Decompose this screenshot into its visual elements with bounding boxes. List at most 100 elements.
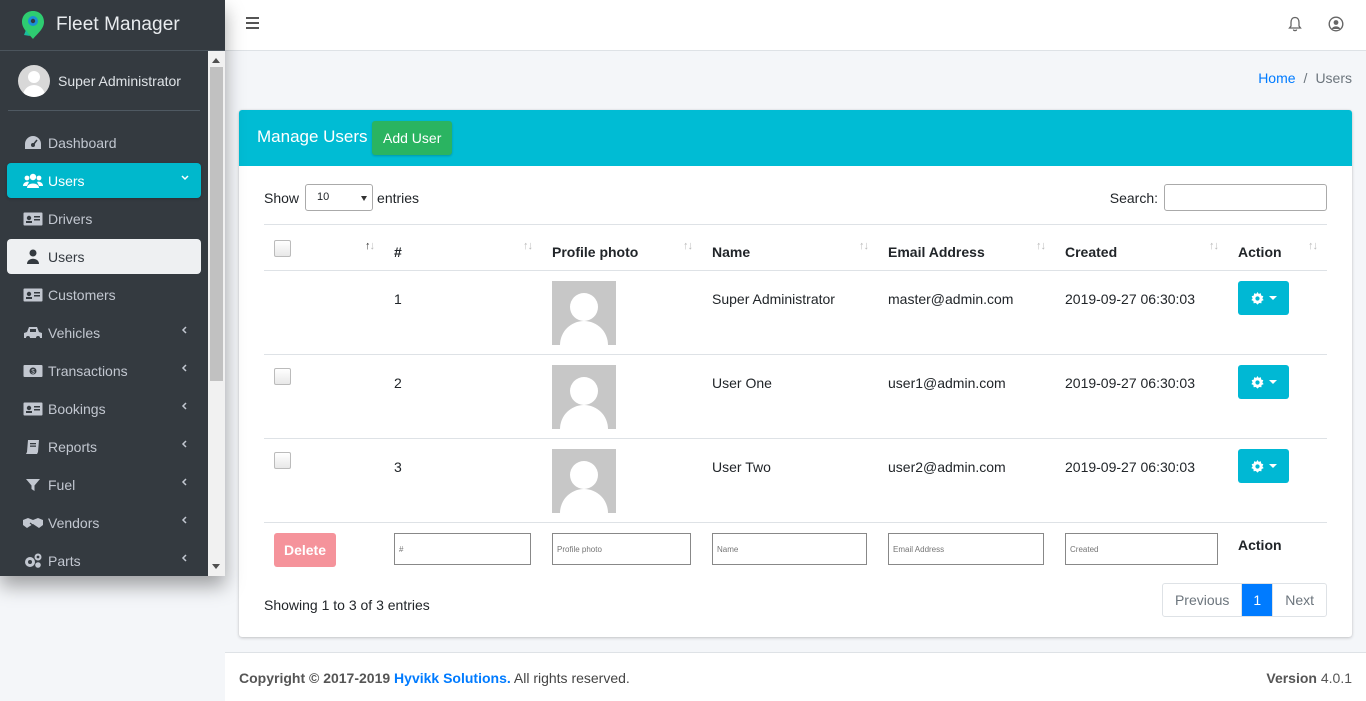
breadcrumb: Home / Users (1258, 70, 1352, 86)
sort-arrows-icon[interactable]: ↑↓ (523, 240, 533, 252)
sidebar-item-vehicles[interactable]: Vehicles (7, 315, 201, 350)
user-circle-icon[interactable] (1328, 16, 1344, 32)
address-card-icon (23, 401, 43, 417)
users-table: ↑↓ # ↑↓ Profile photo ↑↓ Name ↑↓ Email A… (264, 224, 1327, 587)
sidebar-item-drivers[interactable]: Drivers (7, 201, 201, 236)
row-checkbox[interactable] (274, 452, 291, 469)
action-dropdown-button[interactable] (1238, 449, 1289, 483)
scroll-up-arrow-icon[interactable] (212, 58, 220, 63)
taxi-icon (23, 325, 43, 341)
sidebar-item-parts[interactable]: Parts (7, 543, 201, 576)
sidebar-item-vendors[interactable]: Vendors (7, 505, 201, 540)
handshake-icon (23, 515, 43, 531)
column-header-id[interactable]: # ↑↓ (384, 224, 542, 271)
sidebar-item-transactions[interactable]: $ Transactions (7, 353, 201, 388)
sidebar-item-customers[interactable]: Customers (7, 277, 201, 312)
row-select-cell (264, 270, 384, 355)
search-input[interactable] (1164, 184, 1327, 211)
sidebar-item-bookings[interactable]: Bookings (7, 391, 201, 426)
add-user-button[interactable]: Add User (372, 121, 453, 155)
filter-email-input[interactable] (888, 533, 1044, 565)
sort-arrows-icon[interactable]: ↑↓ (1036, 240, 1046, 252)
sort-arrows-icon[interactable]: ↑↓ (1308, 240, 1318, 252)
select-all-checkbox[interactable] (274, 239, 291, 257)
filter-cell (542, 523, 702, 587)
sidebar-item-label: Dashboard (48, 134, 117, 151)
row-action-cell (1228, 438, 1327, 523)
search: Search: (1110, 184, 1327, 211)
sidebar-item-dashboard[interactable]: Dashboard (7, 125, 201, 160)
pagination-previous[interactable]: Previous (1163, 584, 1243, 616)
sidebar-item-reports[interactable]: Reports (7, 429, 201, 464)
sort-arrows-icon[interactable]: ↑↓ (859, 240, 869, 252)
sidebar-item-label: Customers (48, 286, 116, 303)
show-label: Show (264, 189, 300, 206)
show-entries: Show 10 entries (264, 184, 419, 211)
action-dropdown-button[interactable] (1238, 365, 1289, 399)
user-name: Super Administrator (58, 72, 181, 89)
scroll-down-arrow-icon[interactable] (212, 564, 220, 569)
row-action-cell (1228, 270, 1327, 355)
entries-select[interactable]: 10 (305, 184, 374, 211)
sidebar-item-users[interactable]: Users (7, 163, 201, 198)
table-info: Showing 1 to 3 of 3 entries (264, 597, 430, 613)
sidebar-item-label: Users (48, 172, 85, 189)
action-dropdown-button[interactable] (1238, 281, 1289, 315)
profile-photo (552, 281, 616, 345)
row-created: 2019-09-27 06:30:03 (1055, 270, 1228, 355)
pagination-page-1[interactable]: 1 (1242, 584, 1273, 616)
row-name: Super Administrator (702, 270, 878, 355)
row-name: User Two (702, 438, 878, 523)
sort-arrows-icon[interactable]: ↑↓ (365, 240, 375, 252)
filter-photo-input[interactable] (552, 533, 691, 565)
filter-row: Delete Action (264, 523, 1327, 587)
filter-id-input[interactable] (394, 533, 531, 565)
address-card-icon (23, 287, 43, 303)
breadcrumb-home[interactable]: Home (1258, 70, 1295, 86)
profile-photo (552, 449, 616, 513)
sort-arrows-icon[interactable]: ↑↓ (1209, 240, 1219, 252)
filter-created-input[interactable] (1065, 533, 1218, 565)
filter-name-input[interactable] (712, 533, 867, 565)
brand-title: Fleet Manager (56, 14, 180, 35)
table-row: 2 User One user1@admin.com 2019-09-27 06… (264, 354, 1327, 439)
gear-icon (1250, 375, 1264, 389)
user-panel[interactable]: Super Administrator (8, 51, 200, 111)
chevron-left-icon (181, 326, 187, 334)
id-card-icon (23, 211, 43, 227)
company-link[interactable]: Hyvikk Solutions. (394, 670, 511, 686)
menu-toggle-icon[interactable] (246, 17, 259, 29)
column-header-photo[interactable]: Profile photo ↑↓ (542, 224, 702, 271)
column-header-created[interactable]: Created ↑↓ (1055, 224, 1228, 271)
dropdown-arrow-icon (361, 196, 368, 201)
sidebar-item-label: Reports (48, 438, 98, 455)
sidebar-item-label: Bookings (48, 400, 106, 417)
sidebar-item-label: Vehicles (48, 324, 101, 341)
caret-down-icon (1268, 380, 1277, 384)
filter-icon (23, 477, 43, 493)
row-checkbox[interactable] (274, 368, 291, 385)
delete-button[interactable]: Delete (274, 533, 336, 567)
sidebar-nav: Dashboard Users Drivers Users Customers … (0, 111, 208, 576)
bell-icon[interactable] (1288, 16, 1302, 32)
column-header-name[interactable]: Name ↑↓ (702, 224, 878, 271)
copyright: Copyright © 2017-2019 Hyvikk Solutions. … (239, 670, 630, 686)
row-photo-cell (542, 354, 702, 439)
column-header-email[interactable]: Email Address ↑↓ (878, 224, 1055, 271)
sidebar-scrollbar[interactable] (208, 51, 225, 576)
version: Version 4.0.1 (1266, 670, 1352, 686)
pagination-next[interactable]: Next (1272, 584, 1326, 616)
row-id: 3 (384, 438, 542, 523)
select-all-header[interactable]: ↑↓ (264, 224, 384, 271)
filter-cell (384, 523, 542, 587)
sidebar-item-fuel[interactable]: Fuel (7, 467, 201, 502)
column-header-action[interactable]: Action ↑↓ (1228, 224, 1327, 271)
money-icon: $ (23, 363, 43, 379)
brand[interactable]: Fleet Manager (0, 0, 225, 51)
sidebar-item-label: Fuel (48, 476, 76, 493)
row-created: 2019-09-27 06:30:03 (1055, 354, 1228, 439)
sort-arrows-icon[interactable]: ↑↓ (683, 240, 693, 252)
sidebar-item-users-list[interactable]: Users (7, 239, 201, 274)
gear-icon (1250, 291, 1264, 305)
scroll-thumb[interactable] (210, 67, 223, 381)
